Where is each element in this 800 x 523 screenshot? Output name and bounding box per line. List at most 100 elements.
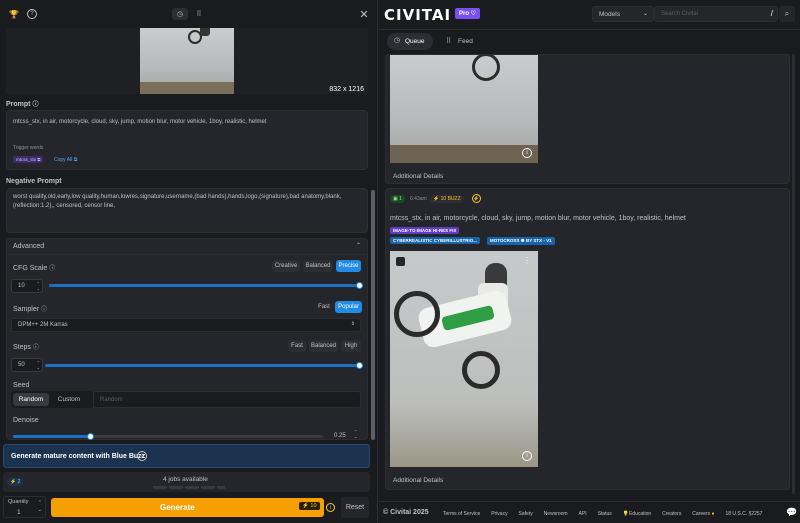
info-icon: ⓘ [32, 102, 39, 108]
job-prompt: mtcss_stx, in air, motorcycle, cloud, sk… [390, 215, 686, 222]
stepper-icon[interactable]: ⌃ ⌄ [38, 500, 42, 514]
footer-link-2257[interactable]: 18 U.S.C. §2257 [725, 511, 762, 517]
footer-link-careers[interactable]: Careers ● [692, 511, 714, 517]
steps-slider-thumb[interactable] [356, 362, 363, 369]
seed-tab-random[interactable]: Random [13, 393, 49, 406]
quantity-value[interactable]: 1 [17, 509, 21, 516]
footer-link-api[interactable]: API [579, 511, 587, 517]
chip-img2img: IMAGE-TO-IMAGE HI-RES FIX [390, 227, 460, 234]
info-icon[interactable]: i [137, 451, 147, 461]
generated-image-1[interactable]: i [390, 55, 538, 163]
additional-details-1[interactable]: Additional Details [393, 173, 443, 180]
cfg-slider[interactable] [49, 282, 363, 289]
cfg-preset-balanced[interactable]: Balanced [303, 260, 333, 272]
search-icon[interactable]: ⌕ [779, 6, 795, 22]
seed-input[interactable]: Random [93, 391, 361, 408]
more-options-icon[interactable]: ⋮ [523, 256, 531, 265]
trigger-word-chip[interactable]: mtcss_stx ⧉ [13, 156, 44, 163]
negative-prompt-text[interactable]: worst quality,old,early,low quality,huma… [13, 193, 358, 211]
steps-preset-fast[interactable]: Fast [288, 340, 306, 352]
seed-tab-custom[interactable]: Custom [51, 393, 87, 406]
sampler-tab-fast[interactable]: Fast [315, 301, 333, 313]
advanced-header[interactable]: Advanced ⌃ [7, 239, 367, 254]
close-icon[interactable]: ✕ [358, 8, 370, 21]
reset-button[interactable]: Reset [341, 497, 369, 518]
steps-preset-high[interactable]: High [341, 340, 361, 352]
negative-prompt-box[interactable]: worst quality,old,early,low quality,huma… [6, 188, 368, 233]
feed-scrollbar[interactable] [792, 54, 795, 494]
prompt-box[interactable]: mtcss_stx, in air, motorcycle, cloud, sk… [6, 110, 368, 170]
generate-button[interactable]: Generate ⚡ 10 [51, 498, 324, 517]
steps-number-input[interactable]: 50 ⌃ ⌄ [11, 358, 43, 372]
chip-model[interactable]: CYBERREALISTIC CYBERILLUSTRIO... [390, 237, 481, 244]
cfg-number-input[interactable]: 10 ⌃ ⌄ [11, 279, 43, 293]
civitai-logo[interactable]: CIVITAI [384, 6, 451, 24]
steps-label: Steps ⓘ [13, 344, 39, 351]
cfg-scale-label: CFG Scale ⓘ [13, 265, 56, 272]
grid-tab-icon[interactable]: ⠿ [193, 8, 205, 20]
top-header: CIVITAI Pro ♡ Models ⌄ Search Civitai / … [379, 0, 800, 30]
cfg-slider-thumb[interactable] [356, 282, 363, 289]
tab-queue[interactable]: ◷ Queue [387, 33, 433, 50]
advanced-label: Advanced [13, 243, 45, 250]
prompt-text[interactable]: mtcss_stx, in air, motorcycle, cloud, sk… [13, 118, 363, 126]
clock-icon: ◷ [394, 37, 401, 44]
seed-tabs: Random Custom [11, 391, 93, 408]
sampler-tab-popular[interactable]: Popular [335, 301, 362, 313]
trophy-icon[interactable]: 🏆 [9, 9, 19, 19]
models-select[interactable]: Models ⌄ [592, 6, 654, 22]
search-shortcut: / [770, 9, 773, 18]
steps-slider[interactable] [45, 362, 363, 369]
steps-preset-balanced[interactable]: Balanced [309, 340, 338, 352]
footer-link-terms[interactable]: Terms of Service [443, 511, 480, 517]
select-checkbox[interactable] [396, 257, 405, 266]
seed-label: Seed [13, 382, 30, 389]
stepper-icon[interactable]: ⌃ ⌄ [37, 281, 40, 291]
denoise-slider-thumb[interactable] [86, 433, 94, 440]
mature-content-banner[interactable]: Generate mature content with Blue Buzz i [3, 444, 370, 468]
info-icon[interactable]: i [522, 148, 532, 158]
info-icon: ⓘ [32, 345, 39, 351]
footer-link-privacy[interactable]: Privacy [491, 511, 507, 517]
tab-feed[interactable]: ⠿ Feed [443, 33, 483, 50]
denoise-slider-fill [13, 435, 91, 438]
footer-link-education[interactable]: 💡Education [623, 511, 651, 517]
help-icon[interactable]: ? [27, 9, 37, 19]
chip-lora[interactable]: MOTOCROSS ☸ BY STX - V1 [487, 237, 555, 245]
panel-scrollbar[interactable] [371, 190, 375, 440]
grid-icon: ⠿ [446, 38, 452, 45]
cfg-preset-creative[interactable]: Creative [272, 260, 300, 272]
cfg-preset-precise[interactable]: Precise [336, 260, 361, 272]
generated-image-2[interactable]: ⋮ i [390, 251, 538, 467]
chevron-up-icon[interactable]: ⌃ [356, 242, 361, 249]
footer-link-safety[interactable]: Safety [519, 511, 533, 517]
additional-details-2[interactable]: Additional Details [393, 477, 443, 484]
denoise-slider[interactable] [13, 433, 323, 440]
denoise-value[interactable]: 0.25 [334, 433, 346, 439]
footer-link-newsroom[interactable]: Newsroom [544, 511, 568, 517]
history-tab-icon[interactable]: ◷ [172, 8, 188, 20]
footer-link-creators[interactable]: Creators [662, 511, 681, 517]
jobs-available: 4 jobs available [163, 476, 208, 483]
advanced-section: Advanced ⌃ CFG Scale ⓘ Creative Balanced… [6, 238, 368, 440]
stepper-icon[interactable]: ⌃ ⌄ [37, 360, 40, 370]
chat-icon[interactable]: 💬 [786, 507, 797, 518]
copyright: © Civitai 2025 [383, 509, 429, 516]
footer-link-status[interactable]: Status [598, 511, 612, 517]
generate-label: Generate [160, 503, 195, 512]
quantity-stepper[interactable]: Quantity 1 ⌃ ⌄ [3, 496, 46, 518]
jobs-progress [153, 486, 225, 489]
chevron-down-icon: ⌄ [642, 11, 648, 17]
info-icon[interactable]: i [522, 451, 532, 461]
copy-all-button[interactable]: Copy All ⧉ [54, 157, 77, 163]
stepper-icon[interactable]: ⌃ ⌄ [354, 429, 357, 439]
sampler-select[interactable]: DPM++ 2M Karras ⇕ [11, 318, 361, 332]
jobs-bar: ⚡ 2 4 jobs available [3, 472, 370, 492]
pro-badge[interactable]: Pro ♡ [455, 8, 481, 19]
footer: © Civitai 2025 Terms of Service Privacy … [379, 501, 800, 523]
trigger-words-label: Trigger words [13, 145, 44, 151]
search-input[interactable]: Search Civitai / [654, 6, 778, 22]
cfg-slider-fill [49, 284, 360, 287]
job-count-badge: ▣ 1 [390, 195, 405, 203]
cost-info-icon[interactable]: i [326, 503, 335, 512]
